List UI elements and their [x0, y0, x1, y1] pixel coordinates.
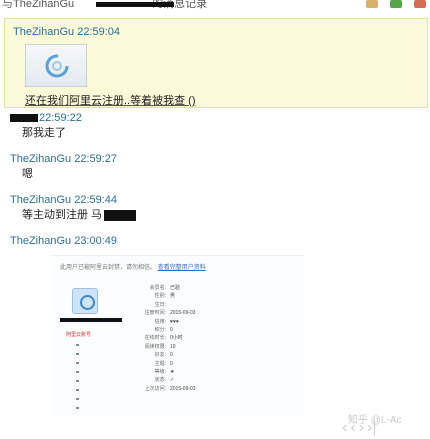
profile-row: 状态: ✓ [154, 377, 175, 384]
message-sender: 22:59:22 [10, 112, 82, 124]
settings-icon[interactable] [414, 0, 426, 8]
profile-rows: 会员名: 已验 性别: 男 生日: 注册时间: 2015-09-03 信用: ♥♥♥ 积… [140, 284, 196, 393]
profile-row: 在线时长: 0小时 [144, 335, 183, 342]
redaction-bar [60, 318, 122, 322]
message[interactable]: TheZihanGu 22:59:27 嗯 [10, 153, 117, 181]
profile-row: 阅读权限: 10 [144, 343, 176, 350]
folder-icon[interactable] [366, 0, 378, 8]
profile-row: 性别: 男 [154, 293, 176, 300]
profile-row: 注册时间: 2015-09-03 [144, 310, 196, 317]
first-page-button[interactable]: ‹ [342, 420, 347, 436]
message[interactable]: TheZihanGu 22:59:44 等主动到注册 马 [10, 194, 137, 222]
pager: ‹ ‹ › ›| [342, 420, 376, 436]
prev-page-button[interactable]: ‹ [350, 420, 355, 436]
highlighted-message[interactable]: TheZihanGu 22:59:04 还在我们阿里云注册..等着被我查 () [4, 18, 428, 108]
embedded-screenshot[interactable]: 此用户已被阿里云封禁，请勿相信。 查看完整用户资料 阿里云账号 会员名: 已验 性… [52, 255, 304, 415]
embed-link[interactable]: 查看完整用户资料 [158, 265, 206, 271]
profile-row: 好友: 0 [154, 352, 173, 359]
message-text: 嗯 [22, 168, 33, 180]
profile-row: 上次访问: 2015-09-03 [144, 385, 196, 392]
message-text: 还在我们阿里云注册..等着被我查 () [25, 95, 196, 107]
message-text: 等主动到注册 马 [10, 206, 137, 222]
loading-icon [45, 54, 69, 78]
redaction-bar [104, 209, 137, 221]
profile-row: 主题: 0 [154, 360, 173, 367]
profile-row: 等级: ★ [154, 368, 175, 375]
message-text: 那我走了 [22, 127, 66, 139]
next-page-button[interactable]: › [359, 420, 364, 436]
window-title-bar: 与TheZihanGu 的消息记录 [0, 0, 430, 12]
embed-sub-label: 阿里云账号 [66, 332, 92, 338]
redaction-bar [10, 114, 38, 123]
message-sender: TheZihanGu 22:59:04 [13, 26, 121, 38]
message-sender: TheZihanGu 22:59:44 [10, 194, 118, 206]
profile-row: 会员名: 已验 [149, 285, 181, 291]
message-sender: TheZihanGu 23:00:49 [10, 235, 118, 247]
profile-row: 信用: ♥♥♥ [154, 318, 179, 325]
redaction-bar [96, 2, 174, 7]
toolbar-icons [366, 0, 426, 8]
message[interactable]: TheZihanGu 23:00:49 [10, 235, 117, 247]
last-page-button[interactable]: ›| [367, 420, 376, 436]
menu-dots [76, 344, 90, 416]
message-sender: TheZihanGu 22:59:27 [10, 153, 118, 165]
image-thumbnail[interactable] [25, 44, 87, 87]
embed-header: 此用户已被阿里云封禁，请勿相信。 查看完整用户资料 [60, 265, 206, 271]
profile-row: 生日: [154, 301, 166, 308]
message[interactable]: 22:59:22 那我走了 [10, 112, 82, 140]
avatar [72, 288, 98, 314]
phone-icon[interactable] [390, 0, 402, 8]
profile-row: 积分: 0 [154, 326, 173, 333]
